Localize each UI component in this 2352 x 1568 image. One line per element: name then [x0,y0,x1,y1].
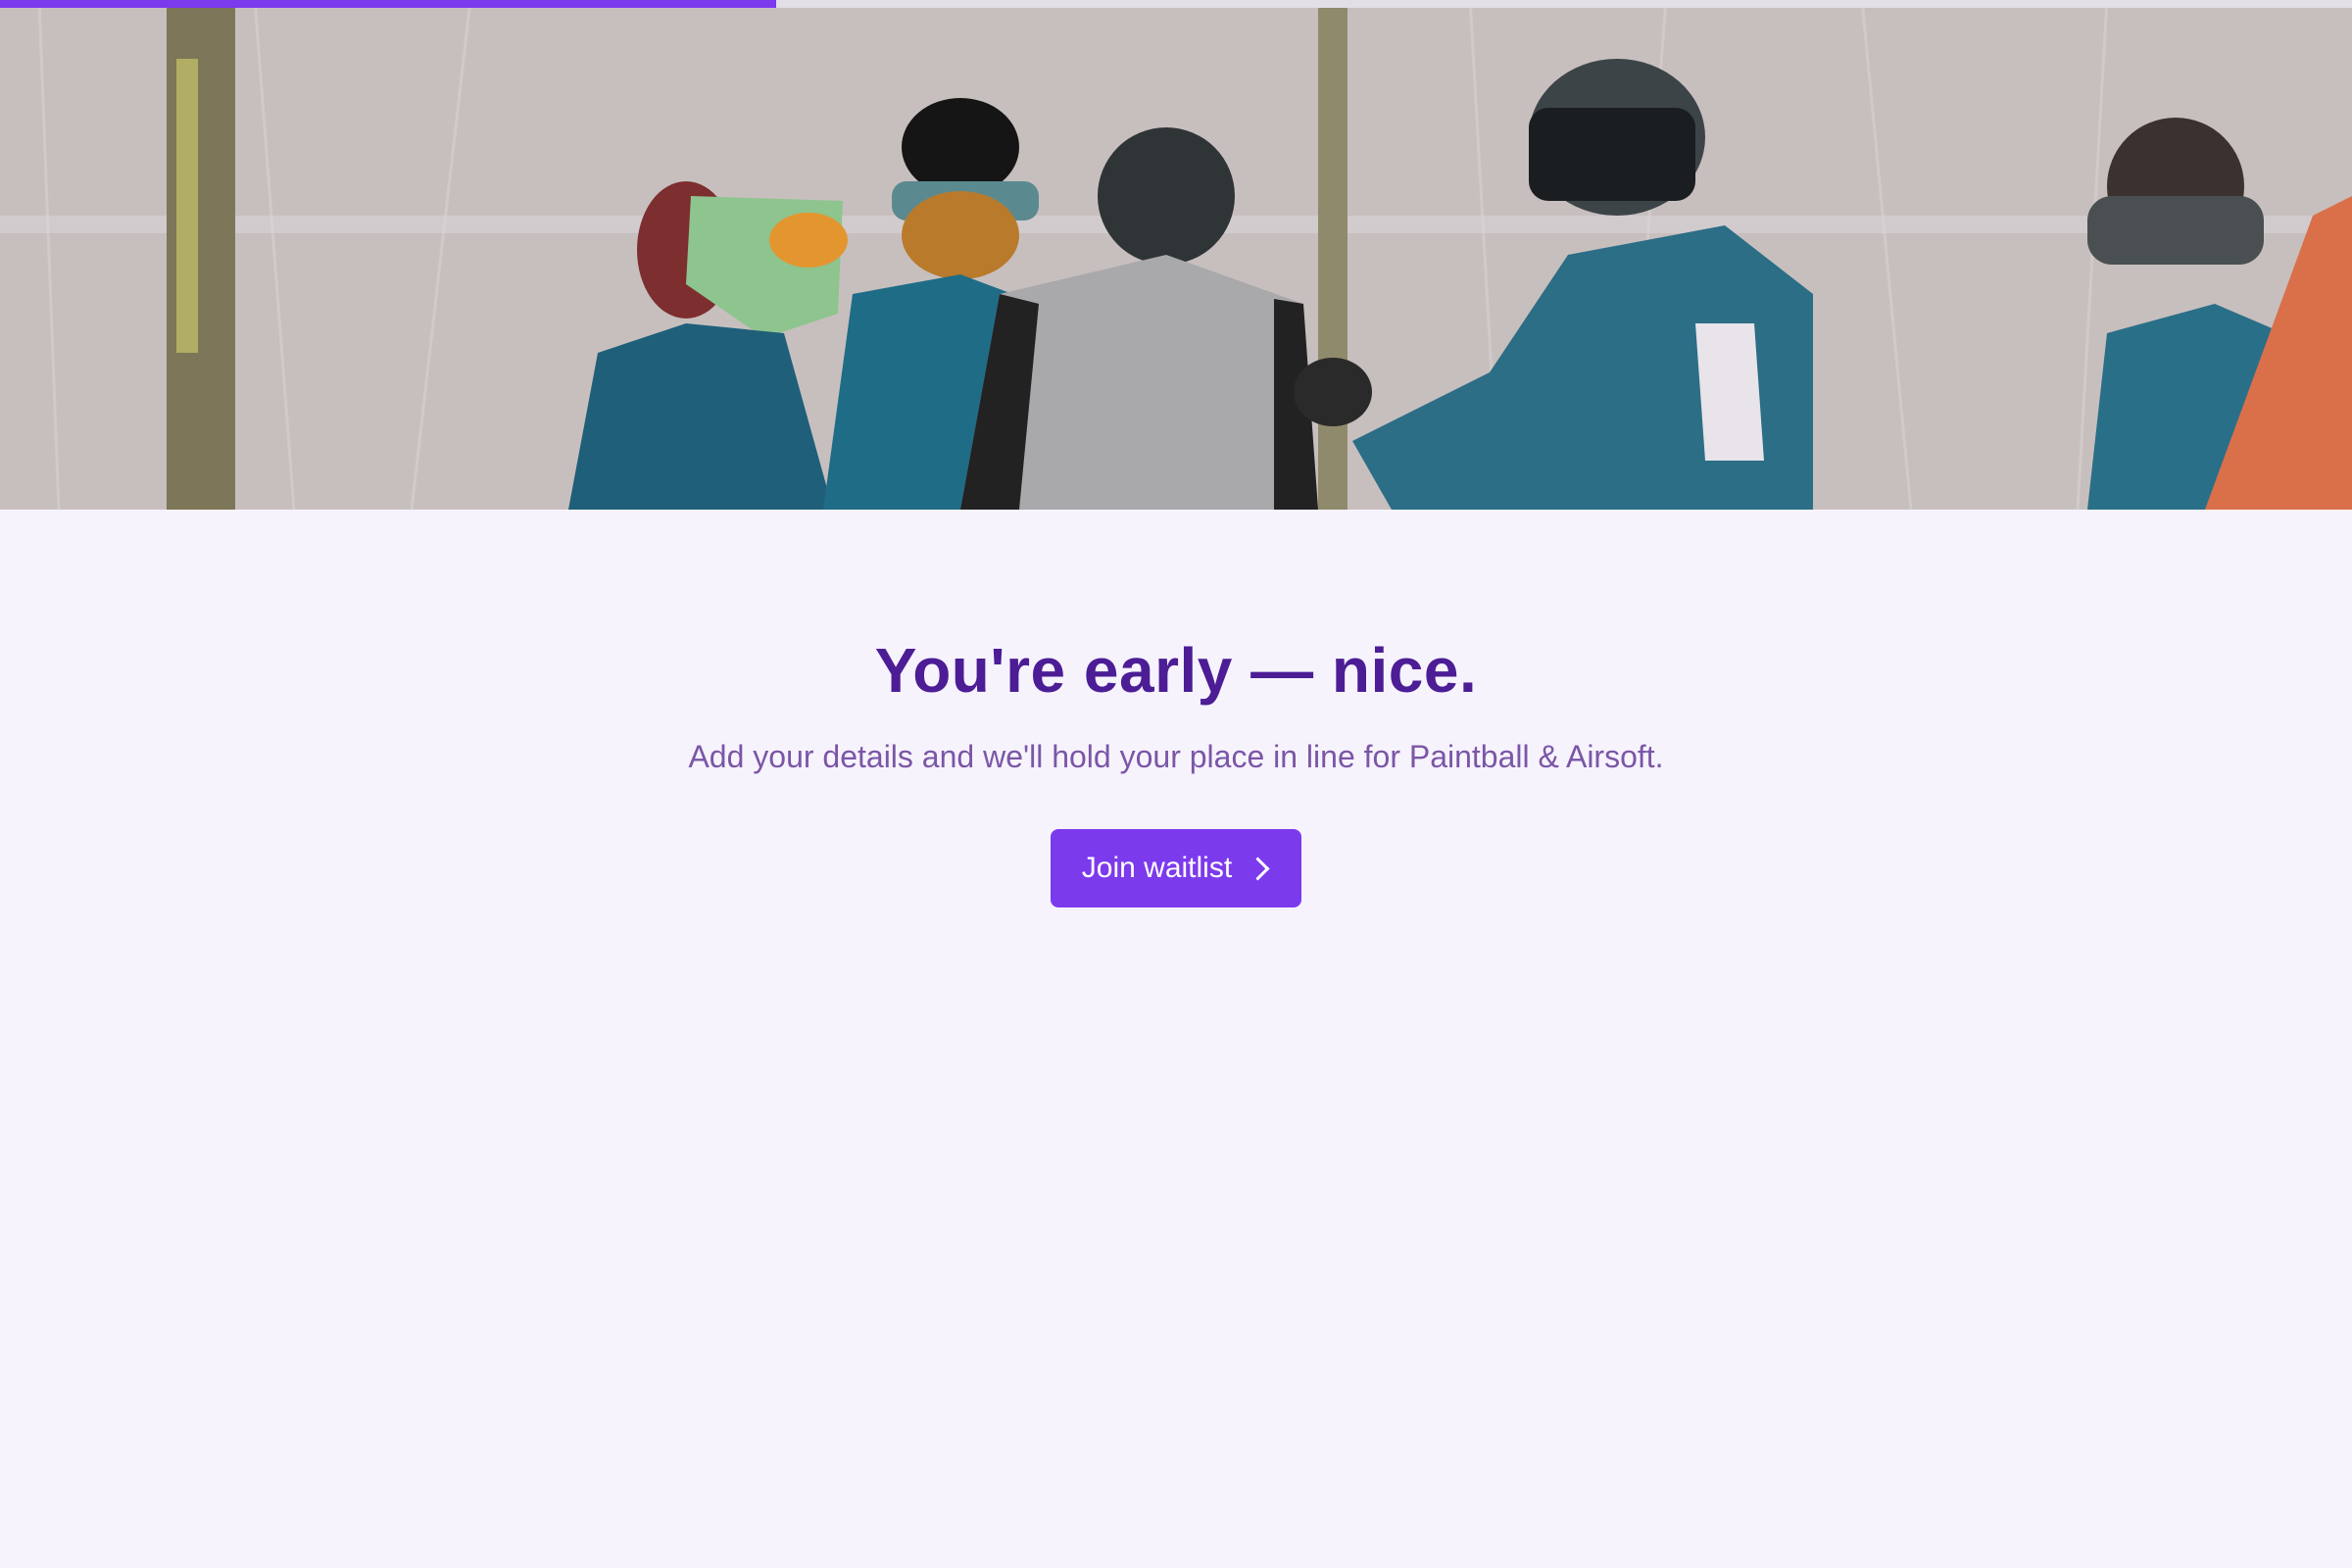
hero-image [0,0,2352,510]
progress-bar [0,0,2352,8]
page-title: You're early — nice. [874,635,1478,706]
join-waitlist-label: Join waitlist [1081,852,1233,884]
join-waitlist-button[interactable]: Join waitlist [1050,829,1302,907]
subtitle: Add your details and we'll hold your pla… [688,739,1664,774]
progress-bar-fill [0,0,776,8]
waitlist-section: You're early — nice. Add your details an… [0,627,2352,907]
chevron-right-icon [1246,856,1270,881]
